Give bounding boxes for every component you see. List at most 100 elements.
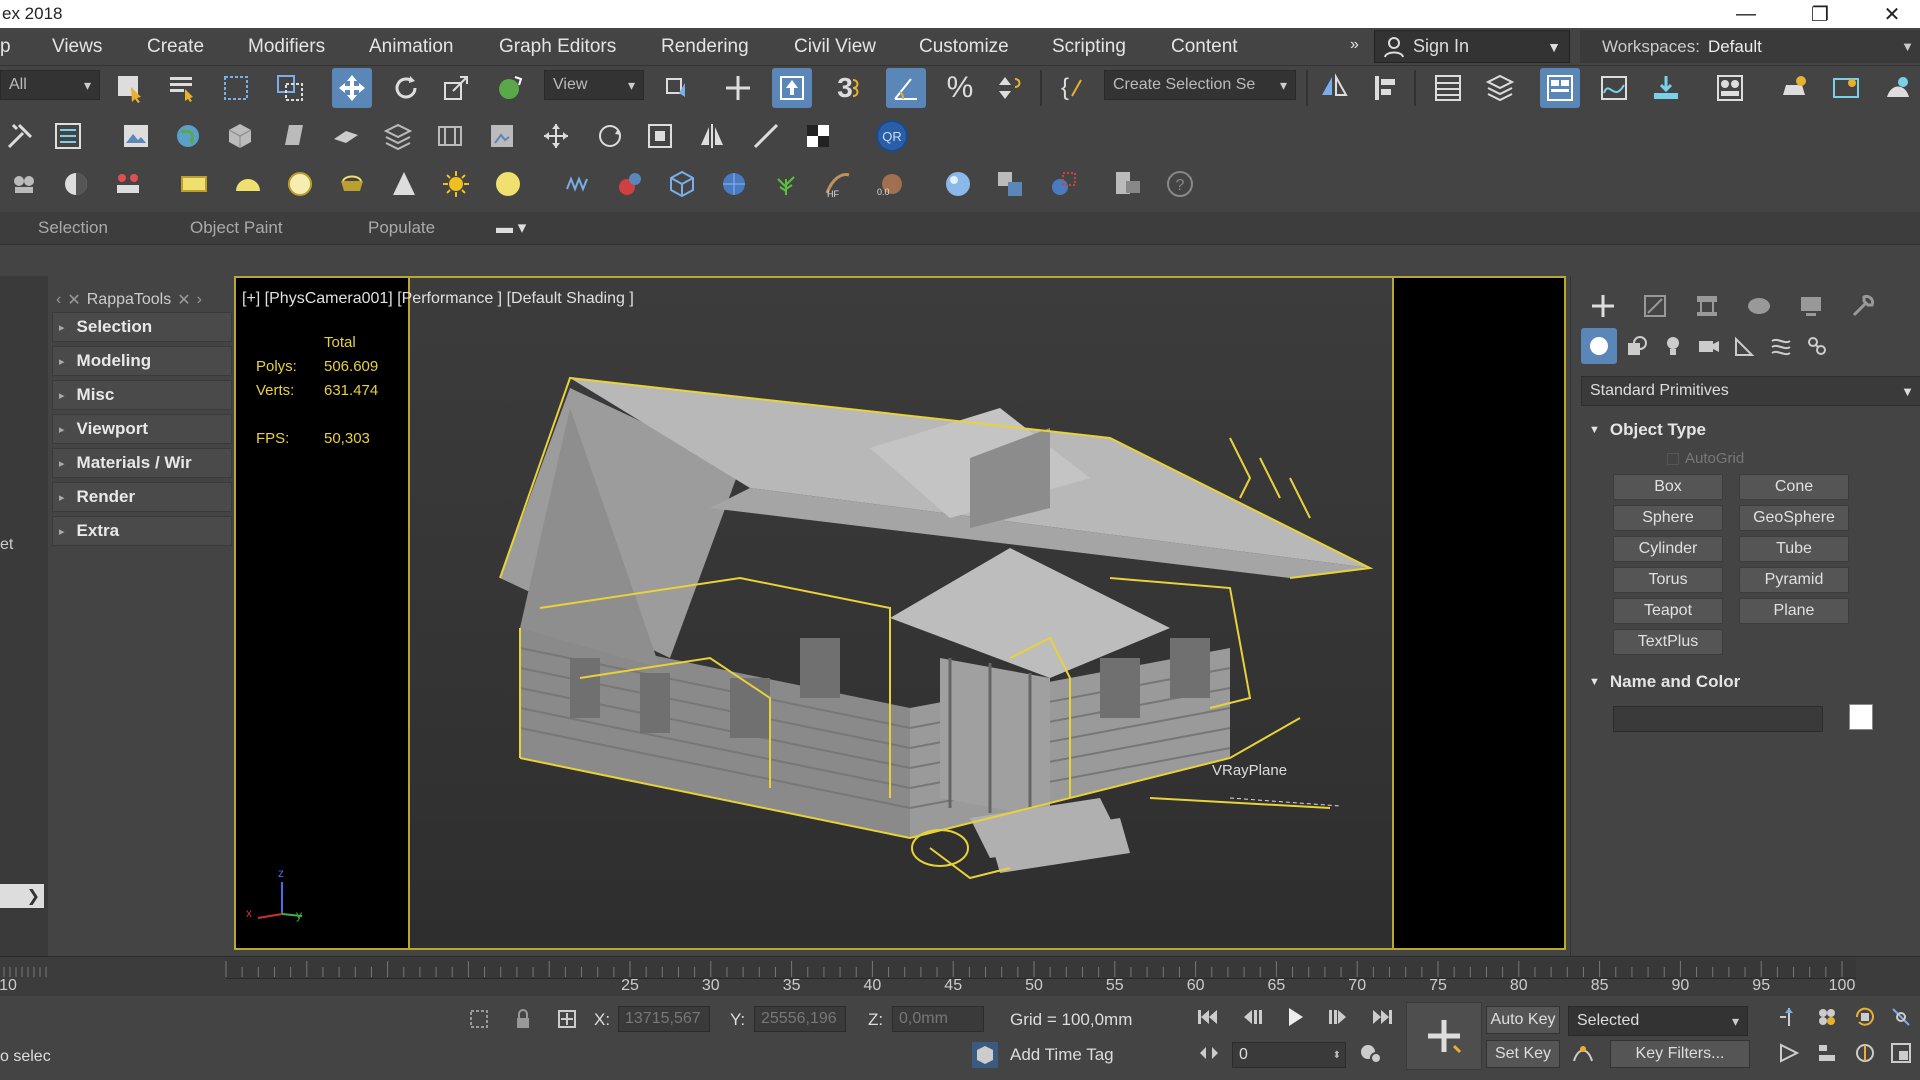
- perspective-viewport[interactable]: [+] [PhysCamera001] [Performance ] [Defa…: [234, 276, 1566, 950]
- orbit-icon[interactable]: [1848, 1000, 1882, 1034]
- object-color-swatch[interactable]: [1849, 704, 1873, 730]
- geometry-category-icon[interactable]: [1581, 328, 1617, 364]
- geosphere-button[interactable]: GeoSphere: [1739, 505, 1849, 531]
- export-icon[interactable]: [1108, 164, 1148, 204]
- maximize-viewport-icon[interactable]: [1884, 1000, 1918, 1034]
- rectangular-selection-icon[interactable]: [216, 68, 256, 108]
- close-icon[interactable]: ✕: [67, 290, 80, 310]
- box-button[interactable]: Box: [1613, 474, 1723, 500]
- y-coord-field[interactable]: 25556,196: [754, 1006, 846, 1032]
- go-to-end-icon[interactable]: [1366, 1000, 1400, 1034]
- time-configuration-icon[interactable]: [1354, 1036, 1388, 1070]
- menu-item-graph-editors[interactable]: Graph Editors: [499, 36, 616, 58]
- primitive-category-dropdown[interactable]: Standard Primitives ▼: [1581, 376, 1920, 406]
- display-tab-icon[interactable]: [1791, 286, 1831, 326]
- menu-item-file[interactable]: p: [0, 36, 11, 58]
- key-filters-button[interactable]: Key Filters...: [1610, 1040, 1750, 1068]
- layers-stack-icon[interactable]: [378, 116, 418, 156]
- torus-button[interactable]: Torus: [1613, 567, 1723, 593]
- auto-key-button[interactable]: Auto Key: [1486, 1006, 1560, 1034]
- timeline[interactable]: 10 25 30 35 40 45 50 55 60 65 70 75 80 85 90 95 100: [0, 956, 1920, 996]
- lock-icon[interactable]: [506, 1002, 540, 1036]
- rappa-item-modeling[interactable]: ▸ Modeling: [52, 346, 232, 376]
- minimize-button[interactable]: —: [1726, 0, 1766, 28]
- material-editor-icon[interactable]: [1710, 68, 1750, 108]
- default-tangents-icon[interactable]: [1566, 1036, 1600, 1070]
- menu-overflow-icon[interactable]: »: [1350, 36, 1359, 54]
- image-icon[interactable]: [116, 116, 156, 156]
- vray-sphere-icon[interactable]: [714, 164, 754, 204]
- go-to-start-icon[interactable]: [1190, 1000, 1224, 1034]
- sphere-button[interactable]: Sphere: [1613, 505, 1723, 531]
- menu-item-customize[interactable]: Customize: [919, 36, 1009, 58]
- rappa-item-misc[interactable]: ▸ Misc: [52, 380, 232, 410]
- name-color-header[interactable]: ▼ Name and Color: [1589, 672, 1909, 692]
- ribbon-tab-object-paint[interactable]: Object Paint: [190, 218, 283, 238]
- spinner-snap-icon[interactable]: [990, 68, 1030, 108]
- pan-icon[interactable]: [1810, 1036, 1844, 1070]
- camera-rig-icon[interactable]: [4, 164, 44, 204]
- close-icon[interactable]: ✕: [177, 290, 190, 310]
- restore-button[interactable]: ❐: [1800, 0, 1840, 28]
- fur-icon[interactable]: [558, 164, 598, 204]
- schematic-view-icon[interactable]: [1646, 68, 1686, 108]
- workspace-selector[interactable]: Workspaces: Default ▼: [1580, 30, 1920, 63]
- sign-in-dropdown[interactable]: Sign In ▼: [1374, 30, 1570, 63]
- absolute-mode-icon[interactable]: [550, 1002, 584, 1036]
- vray-plant-icon[interactable]: [766, 164, 806, 204]
- helpers-category-icon[interactable]: [1727, 328, 1763, 364]
- viewport-label[interactable]: [+] [PhysCamera001] [Performance ] [Defa…: [242, 290, 634, 308]
- render-settings-icon[interactable]: [482, 116, 522, 156]
- select-object-icon[interactable]: [110, 68, 150, 108]
- vray-cube-icon[interactable]: [662, 164, 702, 204]
- menu-item-create[interactable]: Create: [147, 36, 204, 58]
- chevron-right-icon[interactable]: ›: [197, 291, 202, 309]
- autogrid-checkbox[interactable]: AutoGrid: [1667, 450, 1744, 467]
- menu-item-content[interactable]: Content: [1171, 36, 1238, 58]
- zoom-all-icon[interactable]: [1810, 1000, 1844, 1034]
- window-crossing-icon[interactable]: [270, 68, 310, 108]
- x-coord-field[interactable]: 13715,567: [618, 1006, 710, 1032]
- sphere-light-icon[interactable]: [280, 164, 320, 204]
- flat-plane-icon[interactable]: [326, 116, 366, 156]
- play-icon[interactable]: [1278, 1000, 1312, 1034]
- checker-icon[interactable]: [798, 116, 838, 156]
- create-tab-icon[interactable]: [1583, 286, 1623, 326]
- tools-icon[interactable]: [0, 116, 40, 156]
- light-rig-icon[interactable]: [56, 164, 96, 204]
- scene-explorer-icon[interactable]: [1428, 68, 1468, 108]
- close-button[interactable]: ✕: [1872, 0, 1912, 28]
- menu-item-views[interactable]: Views: [52, 36, 102, 58]
- spot-light-icon[interactable]: [384, 164, 424, 204]
- modify-tab-icon[interactable]: [1635, 286, 1675, 326]
- pivot-center-icon[interactable]: [656, 68, 696, 108]
- orbit-subobject-icon[interactable]: [1848, 1036, 1882, 1070]
- cameras-category-icon[interactable]: [1691, 328, 1727, 364]
- menu-item-rendering[interactable]: Rendering: [661, 36, 749, 58]
- scale-gizmo-icon[interactable]: [640, 116, 680, 156]
- edit-named-selection-icon[interactable]: {: [1052, 68, 1092, 108]
- select-by-name-icon[interactable]: [162, 68, 202, 108]
- pyramid-button[interactable]: Pyramid: [1739, 567, 1849, 593]
- mirror-tool-icon[interactable]: [692, 116, 732, 156]
- plane-button[interactable]: Plane: [1739, 598, 1849, 624]
- current-frame-field[interactable]: 0 ⬍: [1232, 1042, 1346, 1068]
- rendered-frame-window-icon[interactable]: [1826, 68, 1866, 108]
- zoom-icon[interactable]: [1772, 1000, 1806, 1034]
- hair-icon[interactable]: HF: [818, 164, 858, 204]
- rappa-item-extra[interactable]: ▸ Extra: [52, 516, 232, 546]
- spinner-arrows-icon[interactable]: ⬍: [1333, 1050, 1341, 1061]
- shapes-category-icon[interactable]: [1619, 328, 1655, 364]
- place-tool-icon[interactable]: [490, 68, 530, 108]
- menu-item-animation[interactable]: Animation: [369, 36, 454, 58]
- lights-category-icon[interactable]: [1655, 328, 1691, 364]
- qr-tool-icon[interactable]: QR: [872, 116, 912, 156]
- rappa-item-render[interactable]: ▸ Render: [52, 482, 232, 512]
- material-browser-icon[interactable]: [990, 164, 1030, 204]
- menu-item-scripting[interactable]: Scripting: [1052, 36, 1126, 58]
- align-icon[interactable]: [1366, 68, 1406, 108]
- ribbon-options-icon[interactable]: ▬ ▾: [496, 218, 526, 238]
- toggle-ribbon-icon[interactable]: [1540, 68, 1580, 108]
- rappa-item-selection[interactable]: ▸ Selection: [52, 312, 232, 342]
- object-type-header[interactable]: ▼ Object Type: [1589, 420, 1909, 440]
